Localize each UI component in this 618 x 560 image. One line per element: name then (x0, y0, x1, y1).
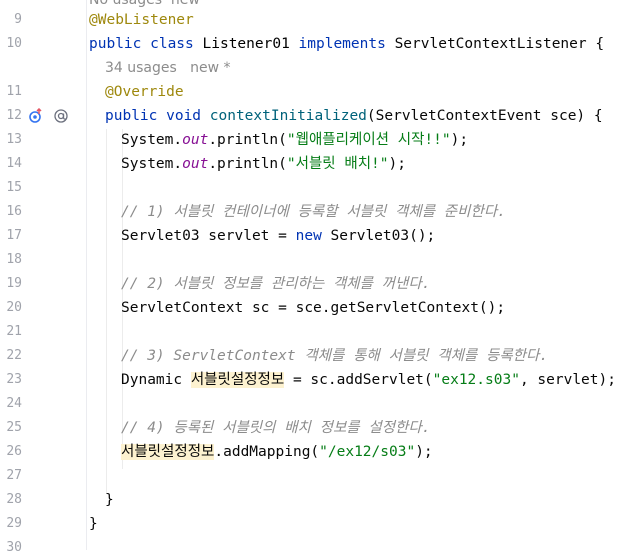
closing-brace: } (105, 492, 114, 508)
code-line: 9 @WebListener (0, 8, 618, 32)
keyword: implements (298, 36, 395, 52)
code-text: 서블릿설정정보.addMapping("/ex12/s03"); (121, 444, 433, 460)
code-text: public class Listener01 implements Servl… (89, 32, 604, 56)
code-text: Servlet03 servlet = new Servlet03(); (121, 228, 436, 244)
code-line: 12 public void contextInitialized(Servle… (0, 104, 618, 128)
annotation-gutter-icon[interactable] (53, 108, 69, 124)
usages-inlay-hint[interactable]: 34 usages new * (105, 56, 231, 80)
code-line: 21 (0, 320, 618, 344)
code-line: 16 // 1) 서블릿 컨테이너에 등록할 서블릿 객체를 준비한다. (0, 200, 618, 224)
line-number: 24 (6, 396, 22, 411)
code-text: System.out.println("웹애플리케이션 시작!!"); (121, 132, 469, 148)
line-number: 28 (6, 492, 22, 507)
closing-brace: } (89, 516, 98, 532)
line-number: 17 (6, 228, 22, 243)
code-text: } (105, 488, 114, 512)
code-text: } (89, 512, 98, 536)
code-text: ServletContext sc = sce.getServletContex… (121, 300, 506, 316)
code-line: 34 usages new * (0, 56, 618, 80)
code-text: @WebListener (89, 8, 194, 32)
line-number: 27 (6, 468, 22, 483)
code-line: 30 (0, 536, 618, 560)
code-line: 24 (0, 392, 618, 416)
code-token: (ServletContextEvent sce) { (366, 108, 603, 124)
line-number: 23 (6, 372, 22, 387)
code-line: 10 public class Listener01 implements Se… (0, 32, 618, 56)
keyword: public void (105, 108, 210, 124)
implements-method-icon[interactable] (28, 108, 44, 124)
code-line: 11 @Override (0, 80, 618, 104)
line-number: 26 (6, 444, 22, 459)
line-number: 19 (6, 276, 22, 291)
line-number: 20 (6, 300, 22, 315)
string-literal: "ex12.s03" (432, 372, 520, 388)
line-number: 30 (6, 540, 22, 555)
code-line: 13 System.out.println("웹애플리케이션 시작!!"); (0, 128, 618, 152)
line-number: 14 (6, 156, 22, 171)
comment: // 3) ServletContext 객체를 통해 서블릿 객체를 등록한다… (121, 348, 549, 364)
line-number: 10 (6, 36, 22, 51)
string-literal: "서블릿 배치!" (286, 156, 389, 172)
code-line: 17 Servlet03 servlet = new Servlet03(); (0, 224, 618, 248)
code-line: 14 System.out.println("서블릿 배치!"); (0, 152, 618, 176)
code-line: 22 // 3) ServletContext 객체를 통해 서블릿 객체를 등… (0, 344, 618, 368)
line-number: 29 (6, 516, 22, 531)
code-text: public void contextInitialized(ServletCo… (105, 104, 603, 128)
code-line: 28 } (0, 488, 618, 512)
code-text: @Override (105, 80, 184, 104)
comment: // 2) 서블릿 정보를 관리하는 객체를 꺼낸다. (121, 276, 431, 292)
highlighted-variable: 서블릿설정정보 (190, 372, 285, 388)
class-name: Listener01 (202, 36, 299, 52)
line-number: 25 (6, 420, 22, 435)
highlighted-variable: 서블릿설정정보 (121, 444, 215, 460)
static-field: out (182, 132, 209, 148)
string-literal: "/ex12/s03" (319, 444, 416, 460)
line-number: 9 (14, 12, 22, 27)
line-number: 15 (6, 180, 22, 195)
line-number: 18 (6, 252, 22, 267)
code-text: System.out.println("서블릿 배치!"); (121, 156, 406, 172)
code-line: 23 Dynamic 서블릿설정정보 = sc.addServlet("ex12… (0, 368, 618, 392)
string-literal: "웹애플리케이션 시작!!" (286, 132, 451, 148)
line-number: 16 (6, 204, 22, 219)
static-field: out (182, 156, 209, 172)
gutter-icons (28, 104, 69, 128)
code-text: Dynamic 서블릿설정정보 = sc.addServlet("ex12.s0… (121, 372, 616, 388)
line-number: 13 (6, 132, 22, 147)
code-text: // 1) 서블릿 컨테이너에 등록할 서블릿 객체를 준비한다. (121, 200, 506, 224)
code-line: 15 (0, 176, 618, 200)
code-line: 27 (0, 464, 618, 488)
code-line: 18 (0, 248, 618, 272)
code-line: 20 ServletContext sc = sce.getServletCon… (0, 296, 618, 320)
code-line: 26 서블릿설정정보.addMapping("/ex12/s03"); (0, 440, 618, 464)
line-number: 21 (6, 324, 22, 339)
code-token: ServletContextListener { (394, 36, 605, 52)
comment: // 1) 서블릿 컨테이너에 등록할 서블릿 객체를 준비한다. (121, 204, 506, 220)
line-number: 11 (6, 84, 22, 99)
code-text: // 2) 서블릿 정보를 관리하는 객체를 꺼낸다. (121, 272, 430, 296)
annotation: @Override (105, 84, 184, 100)
code-line: 25 // 4) 등록된 서블릿의 배치 정보를 설정한다. (0, 416, 618, 440)
method-name: contextInitialized (209, 108, 367, 124)
code-text: // 3) ServletContext 객체를 통해 서블릿 객체를 등록한다… (121, 344, 548, 368)
code-line: 19 // 2) 서블릿 정보를 관리하는 객체를 꺼낸다. (0, 272, 618, 296)
line-number: 12 (6, 108, 22, 123)
code-line: 29 } (0, 512, 618, 536)
comment: // 4) 등록된 서블릿의 배치 정보를 설정한다. (121, 420, 431, 436)
code-text: // 4) 등록된 서블릿의 배치 정보를 설정한다. (121, 416, 430, 440)
annotation: @WebListener (89, 12, 194, 28)
keyword: new (295, 228, 331, 244)
line-number: 22 (6, 348, 22, 363)
keyword: public class (89, 36, 203, 52)
